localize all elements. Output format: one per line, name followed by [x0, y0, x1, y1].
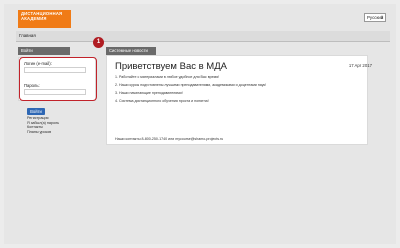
news-line: 3. Наши начинающие преподавателями!	[115, 91, 183, 95]
news-panel-title: Системные новости	[106, 47, 156, 55]
lesson-plans-link[interactable]: Планы уроков	[27, 130, 59, 135]
news-line: 2. Наши курсы подготовлены лучшими препо…	[115, 83, 267, 87]
nav-home-link[interactable]: Главная	[19, 33, 36, 38]
login-highlight-box	[19, 57, 97, 101]
chevron-updown-icon: ⇕	[380, 15, 384, 20]
news-date: 17 Apr 2017	[348, 63, 372, 68]
page-title: Приветствуем Вас в МДА	[115, 61, 227, 72]
news-line: 4. Система дистанционного обучения прост…	[115, 99, 209, 103]
contact-text: Наши контакты 8-800-250-1740 или mycours…	[115, 137, 224, 141]
language-select[interactable]: Русский ⇕	[364, 13, 386, 22]
academy-logo[interactable]: ДИСТАНЦИОННАЯ АКАДЕМИЯ	[18, 10, 71, 28]
logo-line-2: АКАДЕМИЯ	[21, 15, 47, 21]
nav-bar: Главная	[16, 31, 390, 42]
login-button[interactable]: Войти	[27, 108, 45, 115]
sidebar-links: Регистрация Я забыл(а) пароль Контакты П…	[27, 116, 59, 134]
news-line: 1. Работайте с материалами в любое удобн…	[115, 75, 220, 79]
login-panel-title: Войти	[18, 47, 70, 55]
callout-badge: 1	[93, 37, 104, 48]
